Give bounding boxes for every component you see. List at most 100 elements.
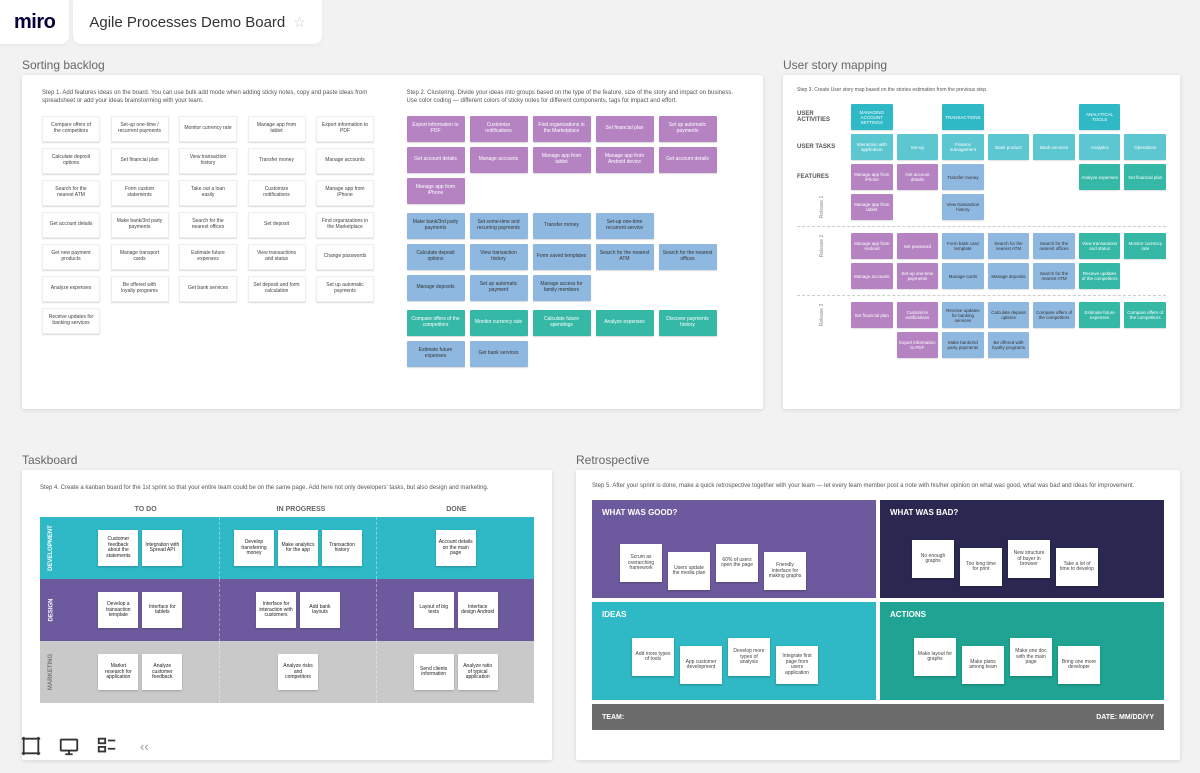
retro-note[interactable]: Users update the media plan xyxy=(668,552,710,590)
retro-note[interactable]: No enough graphs xyxy=(912,540,954,578)
kanban-card[interactable]: Make analytics for the app xyxy=(278,530,318,566)
usm-task[interactable]: Bank product xyxy=(988,134,1030,160)
sticky-note[interactable]: Customize notifications xyxy=(470,116,528,142)
sticky-note[interactable]: Manage deposits xyxy=(407,275,465,301)
sticky-note[interactable]: Find organizations in the Marketplace xyxy=(533,116,591,142)
usm-feature[interactable]: Export information to PDF xyxy=(897,332,939,358)
sticky-note[interactable]: View transactions and status xyxy=(248,244,306,270)
kanban-card[interactable]: Interface for tablets xyxy=(142,592,182,628)
presentation-icon[interactable] xyxy=(58,735,80,757)
sticky-note[interactable]: Set up automatic payments xyxy=(659,116,717,142)
sticky-note[interactable]: Set-up one-time / recurrent payments xyxy=(111,116,169,142)
sticky-note[interactable]: Compare offers of the competitors xyxy=(42,116,100,142)
sticky-note[interactable]: Set deposit and form calculation xyxy=(248,276,306,302)
usm-feature[interactable]: Compare offers of the competitors xyxy=(1033,302,1075,328)
sticky-note[interactable]: Transfer money xyxy=(248,148,306,174)
frame-retrospective[interactable]: Step 5. After your sprint is done, make … xyxy=(576,470,1180,760)
sticky-note[interactable]: Analyze expenses xyxy=(42,276,100,302)
usm-feature[interactable]: View transaction history xyxy=(942,194,984,220)
usm-feature[interactable]: Set financial plan xyxy=(851,302,893,328)
kanban-card[interactable]: Interface for interaction with customers xyxy=(256,592,296,628)
sticky-note[interactable]: Set up automatic payments xyxy=(316,276,374,302)
sticky-note[interactable]: Manage access for family members xyxy=(533,275,591,301)
usm-feature[interactable]: Estimate future expenses xyxy=(1079,302,1121,328)
sticky-note[interactable]: Monitor currency rate xyxy=(470,310,528,336)
retro-note[interactable]: Scrum as overarching framework xyxy=(620,544,662,582)
usm-feature[interactable]: Transfer money xyxy=(942,164,984,190)
sticky-note[interactable]: Discover payments history xyxy=(659,310,717,336)
kanban-card[interactable]: Transaction history xyxy=(322,530,362,566)
sticky-note[interactable]: View transaction history xyxy=(470,244,528,270)
sticky-note[interactable]: Compare offers of the competitors xyxy=(407,310,465,336)
retro-note[interactable]: 60% of users open the page xyxy=(716,544,758,582)
sticky-note[interactable]: Manage app from tablet xyxy=(248,116,306,142)
sticky-note[interactable]: Manage accounts xyxy=(316,148,374,174)
usm-feature[interactable]: Manage app from iPhone xyxy=(851,164,893,190)
sticky-note[interactable]: Find organizations in the Marketplace xyxy=(316,212,374,238)
sticky-note[interactable]: Search for the nearest ATM xyxy=(42,180,100,206)
kanban-card[interactable]: Integration with Spread API xyxy=(142,530,182,566)
usm-feature[interactable]: Receive updates for banking services xyxy=(942,302,984,328)
sticky-note[interactable]: Search for the nearest ATM xyxy=(596,244,654,270)
usm-feature[interactable]: Customize notifications xyxy=(897,302,939,328)
frame-sorting-backlog[interactable]: Step 1. Add features ideas on the board.… xyxy=(22,75,763,409)
usm-feature[interactable]: Form bank card template xyxy=(942,233,984,259)
sticky-note[interactable]: Monitor currency rate xyxy=(179,116,237,142)
collapse-toolbar[interactable]: ‹‹ xyxy=(140,739,149,754)
usm-feature[interactable]: Manage app from tablet xyxy=(851,194,893,220)
usm-feature[interactable]: Set password xyxy=(897,233,939,259)
sticky-note[interactable]: Manage app from iPhone xyxy=(316,180,374,206)
kanban-card[interactable]: Analyze ratio of typical application xyxy=(458,654,498,690)
kanban-card[interactable]: Account details on the main page xyxy=(436,530,476,566)
retro-note[interactable]: Develop more types of analysis xyxy=(728,638,770,676)
usm-feature[interactable]: Set-up one-time payments xyxy=(897,263,939,289)
kanban-card[interactable]: Market research for application xyxy=(98,654,138,690)
usm-feature[interactable]: Make bank/3rd party payments xyxy=(942,332,984,358)
sticky-note[interactable]: Manage app from tablet xyxy=(533,147,591,173)
retro-ideas[interactable]: IDEAS Add more types of toolsApp custome… xyxy=(592,602,876,700)
sticky-note[interactable]: Set-up one-time recurrent service xyxy=(596,213,654,239)
frame-taskboard[interactable]: Step 4. Create a kanban board for the 1s… xyxy=(22,470,552,760)
usm-feature[interactable]: Monitor currency rate xyxy=(1124,233,1166,259)
kanban-card[interactable]: Analyze customer feedback xyxy=(142,654,182,690)
usm-feature[interactable]: Manage deposits xyxy=(988,263,1030,289)
sticky-note[interactable]: Set up automatic payment xyxy=(470,275,528,301)
sticky-note[interactable]: Get account details xyxy=(42,212,100,238)
sticky-note[interactable]: Estimate future expenses xyxy=(179,244,237,270)
sticky-note[interactable]: Form saved templates xyxy=(533,244,591,270)
sticky-note[interactable]: Calculate deposit options xyxy=(407,244,465,270)
retro-note[interactable]: Add more types of tools xyxy=(632,638,674,676)
usm-feature[interactable]: Set financial plan xyxy=(1124,164,1166,190)
usm-feature[interactable]: Search for the nearest ATM xyxy=(988,233,1030,259)
retro-note[interactable]: Make plans among team xyxy=(962,646,1004,684)
sticky-note[interactable]: Set financial plan xyxy=(596,116,654,142)
usm-task[interactable]: Analytics xyxy=(1079,134,1121,160)
usm-feature[interactable]: Be offered with loyalty programs xyxy=(988,332,1030,358)
sticky-note[interactable]: Set some-time and recurring payments xyxy=(470,213,528,239)
retro-note[interactable]: Friendly interface for making graphs xyxy=(764,552,806,590)
board-title-chip[interactable]: Agile Processes Demo Board ☆ xyxy=(73,0,322,44)
sticky-note[interactable]: Transfer money xyxy=(533,213,591,239)
usm-feature[interactable]: Search for the nearest offices xyxy=(1033,233,1075,259)
sticky-note[interactable]: Manage accounts xyxy=(470,147,528,173)
retro-actions[interactable]: ACTIONS Make layout for graphsMake plans… xyxy=(880,602,1164,700)
retro-bad[interactable]: WHAT WAS BAD? No enough graphsToo long t… xyxy=(880,500,1164,598)
usm-task[interactable]: Operations xyxy=(1124,134,1166,160)
sticky-note[interactable]: Get new payment products xyxy=(42,244,100,270)
sticky-note[interactable]: View transaction history xyxy=(179,148,237,174)
usm-feature[interactable]: View transactions and status xyxy=(1079,233,1121,259)
usm-feature[interactable]: Calculate deposit options xyxy=(988,302,1030,328)
frames-icon[interactable] xyxy=(20,735,42,757)
logo-chip[interactable]: miro xyxy=(0,0,69,44)
usm-task[interactable]: Finance management xyxy=(942,134,984,160)
kanban-card[interactable]: Customer feedback about the statements xyxy=(98,530,138,566)
retro-note[interactable]: Integrate first page from users applicat… xyxy=(776,646,818,684)
kanban-card[interactable]: Send clients information xyxy=(414,654,454,690)
sticky-note[interactable]: Get bank services xyxy=(470,341,528,367)
retro-note[interactable]: Too long time for print xyxy=(960,548,1002,586)
usm-activity[interactable]: TRANSACTIONS xyxy=(942,104,984,130)
sticky-note[interactable]: Export information to PDF xyxy=(407,116,465,142)
sticky-note[interactable]: Calculate future spendings xyxy=(533,310,591,336)
usm-feature[interactable]: Analyze expenses xyxy=(1079,164,1121,190)
usm-feature[interactable]: Manage app from Android xyxy=(851,233,893,259)
